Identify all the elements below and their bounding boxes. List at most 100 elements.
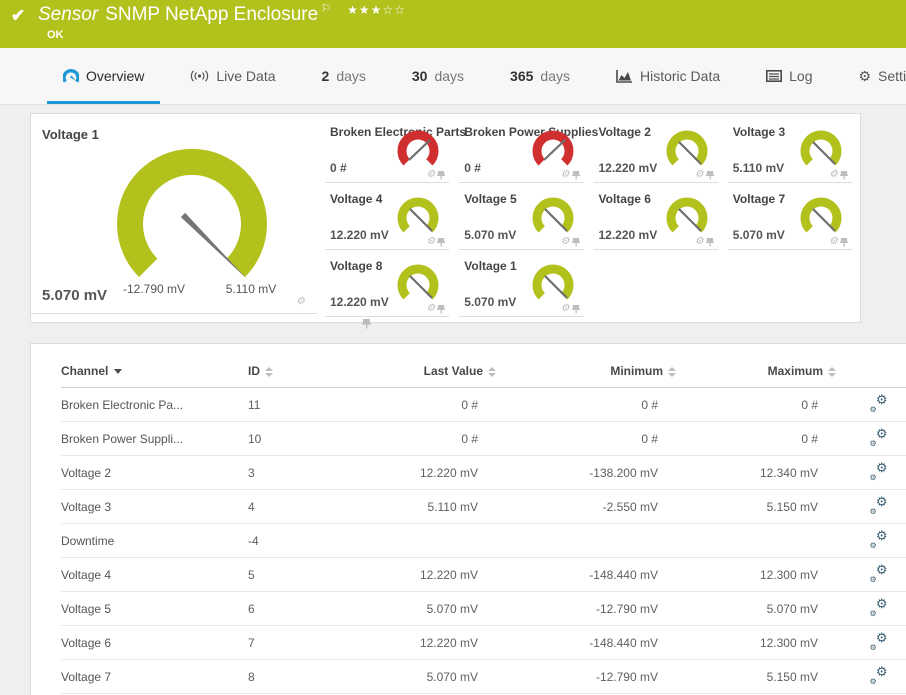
tab-30-days[interactable]: 30 days <box>396 48 480 104</box>
tab-settings[interactable]: ⚙ Settings <box>842 48 906 104</box>
cell-id: -4 <box>248 523 366 558</box>
tile-gear-icon[interactable]: ⚙ <box>426 236 435 247</box>
tile-pin-icon[interactable] <box>705 170 714 180</box>
tile-gear-icon[interactable]: ⚙ <box>296 296 305 307</box>
sort-icon <box>828 366 836 377</box>
cell-last-value: 12.220 mV <box>366 557 496 592</box>
tile-gear-icon[interactable]: ⚙ <box>561 303 570 314</box>
small-gauge-tile[interactable]: Broken Power Supplies 0 # ⚙ <box>459 119 598 183</box>
small-gauge-tile[interactable]: Voltage 7 5.070 mV ⚙ <box>727 186 852 250</box>
cell-last-value: 0 # <box>366 387 496 422</box>
gauge-value: 12.220 mV <box>598 161 658 175</box>
edit-channel-settings-button[interactable]: ⚙ ⚙ <box>870 392 888 414</box>
status-check-icon: ✔ <box>11 6 26 25</box>
cell-channel: Voltage 2 <box>61 455 248 490</box>
tab-30-days-unit: days <box>434 68 465 84</box>
cell-id: 8 <box>248 659 366 694</box>
col-header-last-value[interactable]: Last Value <box>366 354 496 388</box>
col-header-maximum[interactable]: Maximum <box>676 354 836 388</box>
edit-channel-settings-button[interactable]: ⚙ ⚙ <box>870 426 888 448</box>
gauge-label: Voltage 6 <box>598 192 651 206</box>
table-row[interactable]: Voltage 3 4 5.110 mV -2.550 mV 5.150 mV … <box>61 489 906 524</box>
tile-pin-icon[interactable] <box>571 170 580 180</box>
cell-id: 7 <box>248 625 366 660</box>
table-row[interactable]: Voltage 6 7 12.220 mV -148.440 mV 12.300… <box>61 625 906 660</box>
small-gauge-tile[interactable]: Voltage 2 12.220 mV ⚙ <box>593 119 718 183</box>
tile-gear-icon[interactable]: ⚙ <box>561 236 570 247</box>
small-gauge-tile[interactable]: Voltage 3 5.110 mV ⚙ <box>727 119 852 183</box>
tab-overview[interactable]: Overview <box>47 48 161 104</box>
tile-gear-icon[interactable]: ⚙ <box>829 169 838 180</box>
col-header-channel[interactable]: Channel <box>61 354 248 388</box>
table-row[interactable]: Voltage 7 8 5.070 mV -12.790 mV 5.150 mV… <box>61 659 906 694</box>
table-row[interactable]: Broken Power Suppli... 10 0 # 0 # 0 # ⚙ ⚙ <box>61 421 906 456</box>
table-row[interactable]: Voltage 5 6 5.070 mV -12.790 mV 5.070 mV… <box>61 591 906 626</box>
tile-gear-icon[interactable]: ⚙ <box>829 236 838 247</box>
cell-minimum: -12.790 mV <box>496 659 676 694</box>
tile-pin-icon[interactable] <box>840 170 848 180</box>
priority-stars[interactable]: ★★★☆☆ <box>347 3 406 17</box>
tile-pin-icon[interactable] <box>437 237 446 247</box>
settings-gear-icon: ⚙ <box>858 67 872 84</box>
edit-channel-settings-button[interactable]: ⚙ ⚙ <box>870 664 888 686</box>
sensor-name: SNMP NetApp Enclosure <box>105 4 319 25</box>
tile-pin-icon[interactable] <box>362 318 372 329</box>
cell-id: 6 <box>248 591 366 626</box>
tile-gear-icon[interactable]: ⚙ <box>561 169 570 180</box>
tile-pin-icon[interactable] <box>705 237 714 247</box>
gauge-label: Voltage 5 <box>464 192 517 206</box>
main-content: Voltage 1 5.070 mV -12.790 mV 5.110 mV ⚙… <box>0 105 906 695</box>
gauge-value: 0 # <box>464 161 481 175</box>
edit-channel-settings-button[interactable]: ⚙ ⚙ <box>870 494 888 516</box>
tile-gear-icon[interactable]: ⚙ <box>426 169 435 180</box>
tab-2-days-number: 2 <box>321 68 330 84</box>
tab-2-days[interactable]: 2 days <box>306 48 382 104</box>
tab-live-data[interactable]: Live Data <box>174 48 291 104</box>
priority-flag-icon[interactable]: ⚐ <box>321 3 331 15</box>
sort-icon <box>668 366 676 377</box>
cell-maximum <box>676 523 836 558</box>
tab-historic-data[interactable]: Historic Data <box>600 48 736 104</box>
cell-maximum: 0 # <box>676 421 836 456</box>
tile-pin-icon[interactable] <box>571 304 580 314</box>
primary-gauge-tile[interactable]: Voltage 1 5.070 mV -12.790 mV 5.110 mV ⚙ <box>31 114 372 329</box>
small-gauge-tile[interactable]: Voltage 8 12.220 mV ⚙ <box>325 253 450 317</box>
tab-historic-data-label: Historic Data <box>639 68 721 84</box>
tile-pin-icon[interactable] <box>840 237 848 247</box>
tile-pin-icon[interactable] <box>571 237 580 247</box>
table-row[interactable]: Voltage 2 3 12.220 mV -138.200 mV 12.340… <box>61 455 906 490</box>
edit-channel-settings-button[interactable]: ⚙ ⚙ <box>870 630 888 652</box>
table-row[interactable]: Downtime -4 ⚙ ⚙ <box>61 523 906 558</box>
page-title: Sensor SNMP NetApp Enclosure ⚐ ★★★☆☆ <box>38 3 406 26</box>
tab-365-days[interactable]: 365 days <box>494 48 586 104</box>
cell-maximum: 12.300 mV <box>676 557 836 592</box>
col-header-minimum[interactable]: Minimum <box>496 354 676 388</box>
table-row[interactable]: Broken Electronic Pa... 11 0 # 0 # 0 # ⚙… <box>61 387 906 422</box>
tile-pin-icon[interactable] <box>437 170 446 180</box>
small-gauge-tile[interactable]: Voltage 1 5.070 mV ⚙ <box>459 253 584 317</box>
primary-gauge-value: 5.070 mV <box>42 287 108 304</box>
tile-gear-icon[interactable]: ⚙ <box>695 169 704 180</box>
table-row[interactable]: Voltage 4 5 12.220 mV -148.440 mV 12.300… <box>61 557 906 592</box>
col-header-id[interactable]: ID <box>248 354 366 388</box>
tab-log[interactable]: Log <box>750 48 828 104</box>
tile-gear-icon[interactable]: ⚙ <box>426 303 435 314</box>
edit-channel-settings-button[interactable]: ⚙ ⚙ <box>870 596 888 618</box>
small-gauge-tile[interactable]: Voltage 6 12.220 mV ⚙ <box>593 186 718 250</box>
cell-channel: Voltage 7 <box>61 659 248 694</box>
tile-gear-icon[interactable]: ⚙ <box>695 236 704 247</box>
cell-id: 4 <box>248 489 366 524</box>
gauge-value: 12.220 mV <box>598 228 658 242</box>
small-gauge-tile[interactable]: Broken Electronic Parts 0 # ⚙ <box>325 119 466 183</box>
status-badge: OK <box>47 29 64 41</box>
tile-pin-icon[interactable] <box>437 304 446 314</box>
small-gauge-tile[interactable]: Voltage 4 12.220 mV ⚙ <box>325 186 450 250</box>
small-gauge <box>532 264 573 300</box>
small-gauge-tile[interactable]: Voltage 5 5.070 mV ⚙ <box>459 186 584 250</box>
sort-icon <box>488 366 496 377</box>
channel-table-body: Broken Electronic Pa... 11 0 # 0 # 0 # ⚙… <box>61 387 906 695</box>
edit-channel-settings-button[interactable]: ⚙ ⚙ <box>870 528 888 550</box>
edit-channel-settings-button[interactable]: ⚙ ⚙ <box>870 460 888 482</box>
cell-id: 10 <box>248 421 366 456</box>
edit-channel-settings-button[interactable]: ⚙ ⚙ <box>870 562 888 584</box>
